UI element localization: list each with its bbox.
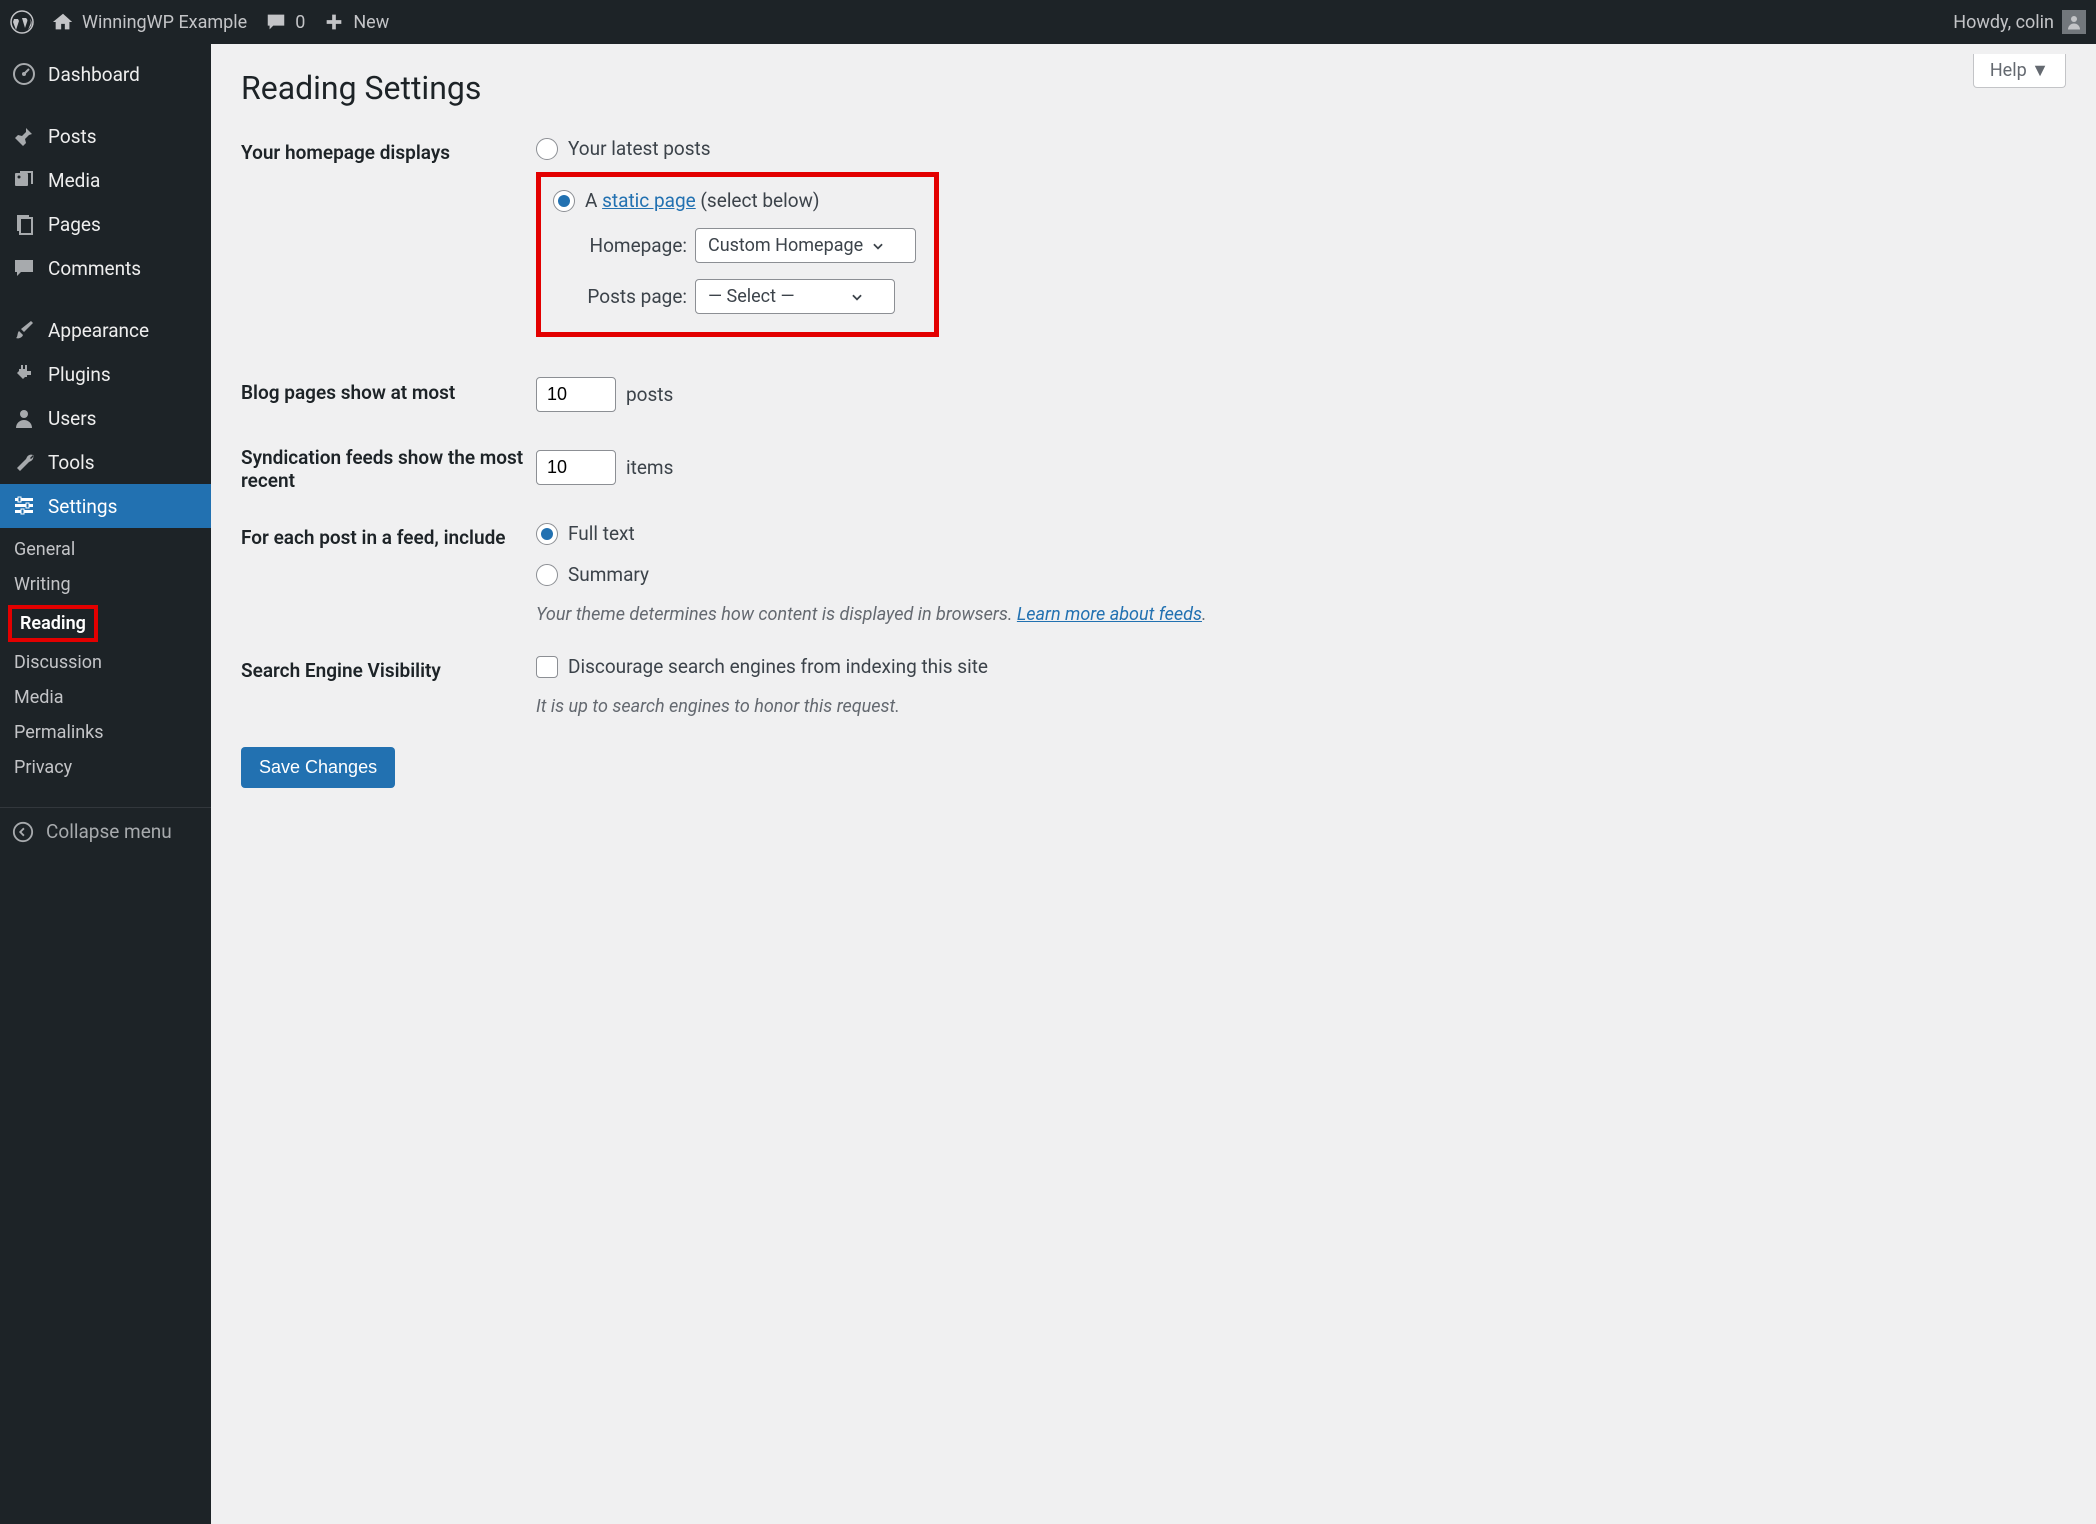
submenu-writing[interactable]: Writing [0,567,211,602]
site-link[interactable]: WinningWP Example [52,11,247,33]
submenu-media[interactable]: Media [0,680,211,715]
plug-icon [12,362,36,386]
chevron-down-icon [871,239,885,253]
home-icon [52,11,74,33]
sidebar-item-label: Appearance [48,319,149,342]
comments-link[interactable]: 0 [265,11,305,33]
sidebar-item-label: Comments [48,257,141,280]
feed-description: Your theme determines how content is dis… [536,604,2066,625]
admin-sidebar: Dashboard Posts Media Pages Comments App… [0,44,211,1524]
howdy-text: Howdy, colin [1953,12,2054,33]
dashboard-icon [12,62,36,86]
sidebar-item-label: Media [48,169,100,192]
posts-page-select[interactable]: — Select — [695,279,895,314]
sidebar-item-comments[interactable]: Comments [0,246,211,290]
radio-static-page[interactable] [553,190,575,212]
save-changes-button[interactable]: Save Changes [241,747,395,788]
new-label: New [353,12,389,33]
feed-include-label: For each post in a feed, include [241,522,536,625]
posts-select-label: Posts page: [553,285,687,308]
account-link[interactable]: Howdy, colin [1953,10,2086,34]
static-page-highlight: A static page (select below) Homepage: C… [536,172,939,337]
chevron-down-icon: ▼ [2031,60,2049,81]
help-label: Help [1990,60,2027,81]
search-visibility-label: Search Engine Visibility [241,655,536,717]
collapse-menu[interactable]: Collapse menu [0,807,211,855]
sidebar-item-label: Posts [48,125,97,148]
chevron-down-icon [850,290,864,304]
submenu-reading[interactable]: Reading [8,605,98,642]
homepage-displays-label: Your homepage displays [241,137,536,337]
avatar [2062,10,2086,34]
submenu-discussion[interactable]: Discussion [0,645,211,680]
comments-count: 0 [295,12,305,33]
user-icon [2065,13,2083,31]
search-visibility-checkbox[interactable] [536,656,558,678]
submenu-general[interactable]: General [0,532,211,567]
sidebar-item-label: Users [48,407,96,430]
sidebar-item-appearance[interactable]: Appearance [0,308,211,352]
radio-full-text[interactable] [536,523,558,545]
search-visibility-text: Discourage search engines from indexing … [568,655,988,678]
homepage-select[interactable]: Custom Homepage [695,228,916,263]
settings-submenu: General Writing Reading Discussion Media… [0,528,211,795]
learn-feeds-link[interactable]: Learn more about feeds [1017,604,1202,625]
sidebar-item-label: Tools [48,451,95,474]
main-content: Help ▼ Reading Settings Your homepage di… [211,44,2096,1524]
radio-summary-label: Summary [568,563,649,586]
radio-full-label: Full text [568,522,635,545]
admin-bar: WinningWP Example 0 New Howdy, colin [0,0,2096,44]
blog-pages-suffix: posts [626,383,673,406]
wp-logo[interactable] [10,10,34,34]
blog-pages-input[interactable] [536,377,616,412]
submenu-privacy[interactable]: Privacy [0,750,211,785]
brush-icon [12,318,36,342]
sidebar-item-tools[interactable]: Tools [0,440,211,484]
help-tab[interactable]: Help ▼ [1973,54,2066,88]
radio-latest-label: Your latest posts [568,137,711,160]
radio-latest-posts[interactable] [536,138,558,160]
collapse-icon [12,821,34,843]
wrench-icon [12,450,36,474]
sidebar-item-users[interactable]: Users [0,396,211,440]
submenu-permalinks[interactable]: Permalinks [0,715,211,750]
syndication-suffix: items [626,456,673,479]
plus-icon [323,11,345,33]
page-title: Reading Settings [241,44,2066,137]
radio-summary[interactable] [536,564,558,586]
syndication-label: Syndication feeds show the most recent [241,442,536,492]
sidebar-item-label: Dashboard [48,63,140,86]
sidebar-item-label: Pages [48,213,101,236]
user-icon [12,406,36,430]
static-page-link[interactable]: static page [602,189,696,212]
search-visibility-desc: It is up to search engines to honor this… [536,696,2066,717]
homepage-select-label: Homepage: [553,234,687,257]
sidebar-item-dashboard[interactable]: Dashboard [0,52,211,96]
pages-icon [12,212,36,236]
comment-icon [12,256,36,280]
posts-select-value: — Select — [708,286,795,307]
comment-icon [265,11,287,33]
sliders-icon [12,494,36,518]
sidebar-item-label: Plugins [48,363,111,386]
new-link[interactable]: New [323,11,389,33]
sidebar-item-posts[interactable]: Posts [0,114,211,158]
wordpress-icon [10,10,34,34]
sidebar-item-settings[interactable]: Settings [0,484,211,528]
media-icon [12,168,36,192]
site-name: WinningWP Example [82,12,247,33]
blog-pages-label: Blog pages show at most [241,377,536,412]
collapse-label: Collapse menu [46,820,172,843]
sidebar-item-label: Settings [48,495,117,518]
sidebar-item-plugins[interactable]: Plugins [0,352,211,396]
pin-icon [12,124,36,148]
homepage-select-value: Custom Homepage [708,235,863,256]
sidebar-item-media[interactable]: Media [0,158,211,202]
sidebar-item-pages[interactable]: Pages [0,202,211,246]
syndication-input[interactable] [536,450,616,485]
radio-static-label: A static page (select below) [585,189,819,212]
